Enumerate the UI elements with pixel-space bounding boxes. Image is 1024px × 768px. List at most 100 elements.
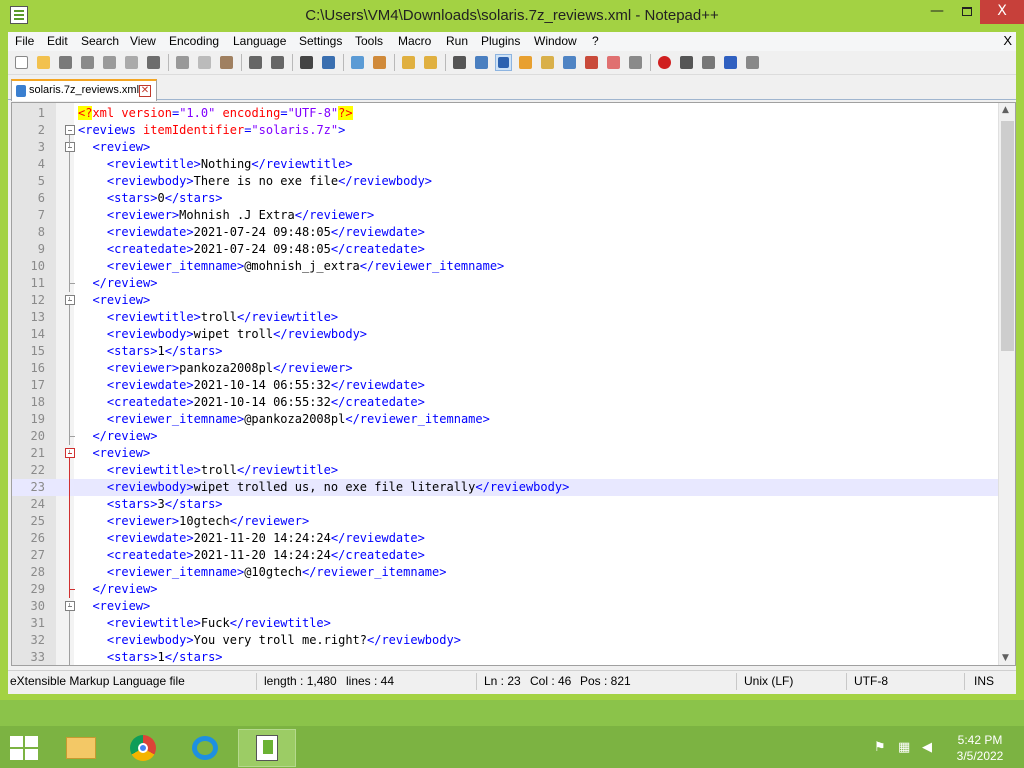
status-encoding[interactable]: UTF-8 [854,674,888,688]
save-icon[interactable] [57,54,74,71]
fold-toggle-icon[interactable] [65,295,75,305]
cut-icon[interactable] [174,54,191,71]
fold-toggle-icon[interactable] [65,125,75,135]
eye-icon[interactable] [627,54,644,71]
save-all-icon[interactable] [79,54,96,71]
code-editor[interactable]: 1 <?xml version="1.0" encoding="UTF-8"?> 2… [11,102,1016,666]
editor-line[interactable]: 33 <stars>1</stars> [12,649,1002,665]
taskbar-clock[interactable]: 5:42 PM 3/5/2022 [944,732,1016,764]
editor-line[interactable]: 26 <reviewdate>2021-11-20 14:24:24</revi… [12,530,1002,547]
editor-line[interactable]: 10 <reviewer_itemname>@mohnish_j_extra</… [12,258,1002,275]
redo-icon[interactable] [269,54,286,71]
zoom-in-icon[interactable] [349,54,366,71]
taskbar-file-explorer[interactable] [52,729,110,767]
show-all-chars-icon[interactable] [473,54,490,71]
editor-line[interactable]: 18 <createdate>2021-10-14 06:55:32</crea… [12,394,1002,411]
fold-toggle-icon[interactable] [65,448,75,458]
editor-line[interactable]: 29 </review> [12,581,1002,598]
editor-line[interactable]: 32 <reviewbody>You very troll me.right?<… [12,632,1002,649]
sync-horizontal-icon[interactable] [422,54,439,71]
user-language-icon[interactable] [517,54,534,71]
editor-line[interactable]: 8 <reviewdate>2021-07-24 09:48:05</revie… [12,224,1002,241]
copy-icon[interactable] [196,54,213,71]
replace-icon[interactable] [320,54,337,71]
doc-map-icon[interactable] [539,54,556,71]
editor-line[interactable]: 12 <review> [12,292,1002,309]
editor-line[interactable]: 19 <reviewer_itemname>@pankoza2008pl</re… [12,411,1002,428]
editor-line[interactable]: 25 <reviewer>10gtech</reviewer> [12,513,1002,530]
title-bar[interactable]: C:\Users\VM4\Downloads\solaris.7z_review… [0,0,1024,32]
play-macro-icon[interactable] [700,54,717,71]
editor-line[interactable]: 22 <reviewtitle>troll</reviewtitle> [12,462,1002,479]
menu-language[interactable]: Language [233,34,286,48]
flag-icon[interactable]: ⚑ [874,740,886,755]
menu-settings[interactable]: Settings [299,34,342,48]
taskbar-internet-explorer[interactable] [176,729,234,767]
minimize-button[interactable]: — [920,0,954,24]
vertical-scrollbar[interactable]: ▲ ▼ [998,103,1015,665]
scroll-up-icon[interactable]: ▲ [1002,105,1009,115]
word-wrap-icon[interactable] [451,54,468,71]
monitoring-icon[interactable] [605,54,622,71]
print-icon[interactable] [145,54,162,71]
editor-line[interactable]: 4 <reviewtitle>Nothing</reviewtitle> [12,156,1002,173]
fold-toggle-icon[interactable] [65,601,75,611]
menu-run[interactable]: Run [446,34,468,48]
zoom-out-icon[interactable] [371,54,388,71]
taskbar-chrome[interactable] [114,729,172,767]
editor-line[interactable]: 11 </review> [12,275,1002,292]
menu-macro[interactable]: Macro [398,34,431,48]
network-icon[interactable]: ▦ [898,740,910,755]
close-all-icon[interactable] [123,54,140,71]
editor-line[interactable]: 27 <createdate>2021-11-20 14:24:24</crea… [12,547,1002,564]
editor-line[interactable]: 15 <stars>1</stars> [12,343,1002,360]
record-macro-icon[interactable] [656,54,673,71]
volume-muted-icon[interactable]: ◀ [922,740,932,755]
find-icon[interactable] [298,54,315,71]
editor-line[interactable]: 28 <reviewer_itemname>@10gtech</reviewer… [12,564,1002,581]
indent-guide-icon[interactable] [495,54,512,71]
menu-file[interactable]: File [15,34,34,48]
close-document-button[interactable]: X [1003,33,1012,48]
editor-line[interactable]: 1 <?xml version="1.0" encoding="UTF-8"?> [12,105,1002,122]
close-file-icon[interactable] [101,54,118,71]
tab-close-icon[interactable]: ✕ [139,85,151,97]
menu-view[interactable]: View [130,34,156,48]
editor-line[interactable]: 24 <stars>3</stars> [12,496,1002,513]
scroll-down-icon[interactable]: ▼ [1002,653,1009,663]
editor-line[interactable]: 6 <stars>0</stars> [12,190,1002,207]
editor-line[interactable]: 20 </review> [12,428,1002,445]
editor-line[interactable]: 5 <reviewbody>There is no exe file</revi… [12,173,1002,190]
editor-line[interactable]: 16 <reviewer>pankoza2008pl</reviewer> [12,360,1002,377]
taskbar-notepad-plus-plus[interactable] [238,729,296,767]
editor-line[interactable]: 7 <reviewer>Mohnish .J Extra</reviewer> [12,207,1002,224]
scrollbar-thumb[interactable] [1001,121,1014,351]
menu-window[interactable]: Window [534,34,577,48]
folder-workspace-icon[interactable] [583,54,600,71]
editor-line[interactable]: 31 <reviewtitle>Fuck</reviewtitle> [12,615,1002,632]
tab-solaris-reviews[interactable]: solaris.7z_reviews.xml ✕ [11,79,157,101]
paste-icon[interactable] [218,54,235,71]
editor-line[interactable]: 17 <reviewdate>2021-10-14 06:55:32</revi… [12,377,1002,394]
editor-line[interactable]: 30 <review> [12,598,1002,615]
open-file-icon[interactable] [35,54,52,71]
menu-search[interactable]: Search [81,34,119,48]
function-list-icon[interactable] [561,54,578,71]
sync-vertical-icon[interactable] [400,54,417,71]
editor-line[interactable]: 9 <createdate>2021-07-24 09:48:05</creat… [12,241,1002,258]
run-macro-multiple-icon[interactable] [722,54,739,71]
stop-macro-icon[interactable] [678,54,695,71]
editor-line[interactable]: 23 <reviewbody>wipet trolled us, no exe … [12,479,1002,496]
menu-help[interactable]: ? [592,34,599,48]
menu-tools[interactable]: Tools [355,34,383,48]
close-button[interactable]: X [980,0,1024,24]
undo-icon[interactable] [247,54,264,71]
status-eol[interactable]: Unix (LF) [744,674,793,688]
editor-line[interactable]: 13 <reviewtitle>troll</reviewtitle> [12,309,1002,326]
status-insert-mode[interactable]: INS [974,674,994,688]
start-button[interactable] [10,736,38,760]
new-file-icon[interactable] [13,54,30,71]
editor-line[interactable]: 3 <review> [12,139,1002,156]
menu-encoding[interactable]: Encoding [169,34,219,48]
editor-line[interactable]: 21 <review> [12,445,1002,462]
